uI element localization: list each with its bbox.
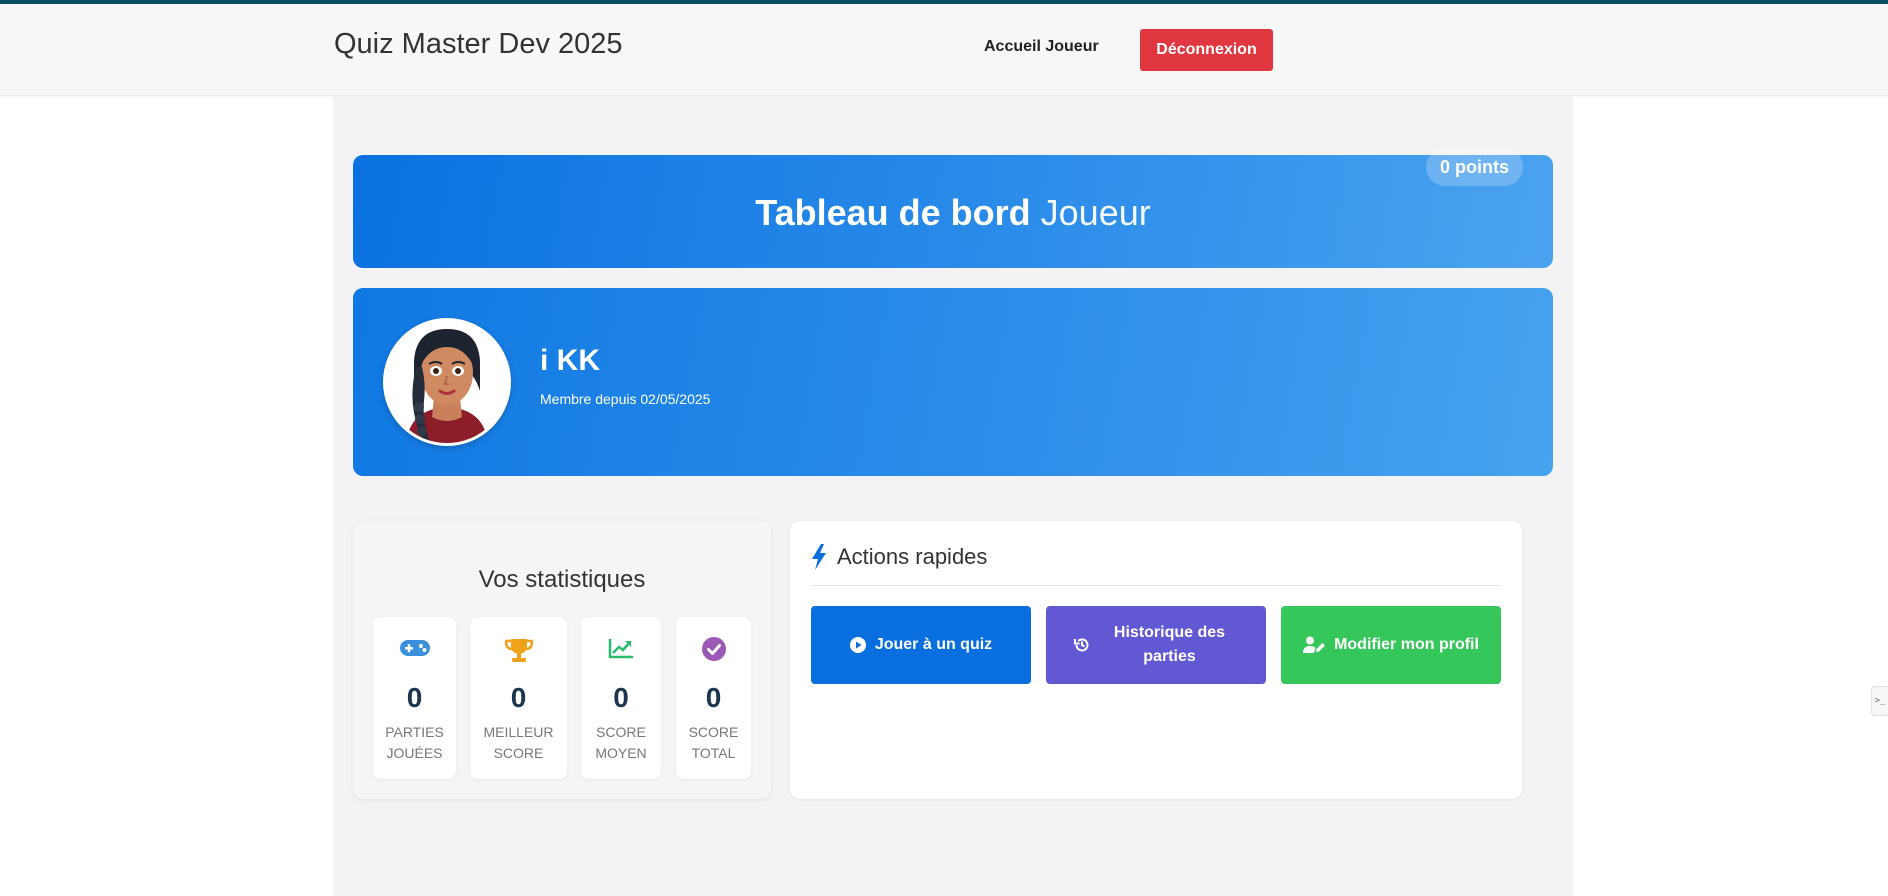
avatar bbox=[383, 318, 511, 446]
stat-best-score: 0 MEILLEUR SCORE bbox=[470, 617, 567, 779]
side-console-tab[interactable]: >_ bbox=[1871, 686, 1888, 716]
stat-value: 0 bbox=[510, 682, 527, 713]
nav-link-home[interactable]: Accueil Joueur bbox=[984, 38, 1099, 56]
navbar bbox=[0, 4, 1888, 96]
quick-actions-title: Actions rapides bbox=[837, 544, 988, 569]
user-edit-icon bbox=[1303, 636, 1326, 653]
bolt-icon bbox=[812, 544, 826, 570]
member-since: Membre depuis 02/05/2025 bbox=[540, 391, 711, 407]
play-quiz-button[interactable]: Jouer à un quiz bbox=[811, 606, 1031, 684]
gamepad-icon bbox=[373, 637, 456, 659]
points-badge: 0 points bbox=[1426, 148, 1523, 186]
stat-average-score: 0 SCORE MOYEN bbox=[581, 617, 661, 779]
profile-banner bbox=[353, 288, 1553, 476]
play-circle-icon bbox=[849, 637, 866, 653]
edit-profile-button[interactable]: Modifier mon profil bbox=[1281, 606, 1501, 684]
play-quiz-label: Jouer à un quiz bbox=[874, 636, 993, 653]
stat-value: 0 bbox=[406, 682, 423, 713]
quick-actions-header: Actions rapides bbox=[811, 544, 987, 570]
history-icon bbox=[1073, 638, 1088, 652]
game-history-label: Historique des parties bbox=[1113, 624, 1226, 665]
stat-label: SCORE TOTAL bbox=[688, 724, 739, 761]
dashboard-hero: Tableau de bord Joueur bbox=[353, 155, 1553, 268]
stat-label: PARTIES JOUÉES bbox=[385, 724, 444, 761]
edit-profile-label: Modifier mon profil bbox=[1334, 636, 1479, 653]
avatar-illustration bbox=[386, 321, 508, 443]
stat-label: SCORE MOYEN bbox=[595, 724, 647, 761]
page-title: Tableau de bord Joueur bbox=[353, 192, 1553, 234]
divider bbox=[811, 585, 1501, 586]
page-title-bold: Tableau de bord bbox=[755, 192, 1031, 233]
stat-value: 0 bbox=[613, 682, 629, 713]
chart-line-icon bbox=[581, 637, 661, 659]
stat-games-played: 0 PARTIES JOUÉES bbox=[373, 617, 456, 779]
game-history-button[interactable]: Historique des parties bbox=[1046, 606, 1266, 684]
check-circle-icon bbox=[676, 637, 751, 661]
stat-total-score: 0 SCORE TOTAL bbox=[676, 617, 751, 779]
user-name: i KK bbox=[540, 344, 600, 377]
stat-label: MEILLEUR SCORE bbox=[483, 724, 554, 761]
stats-title: Vos statistiques bbox=[478, 566, 646, 593]
trophy-icon bbox=[470, 637, 567, 663]
logout-button[interactable]: Déconnexion bbox=[1140, 29, 1273, 71]
page-title-light: Joueur bbox=[1040, 192, 1151, 233]
brand-title[interactable]: Quiz Master Dev 2025 bbox=[334, 28, 623, 61]
stat-value: 0 bbox=[705, 682, 722, 713]
